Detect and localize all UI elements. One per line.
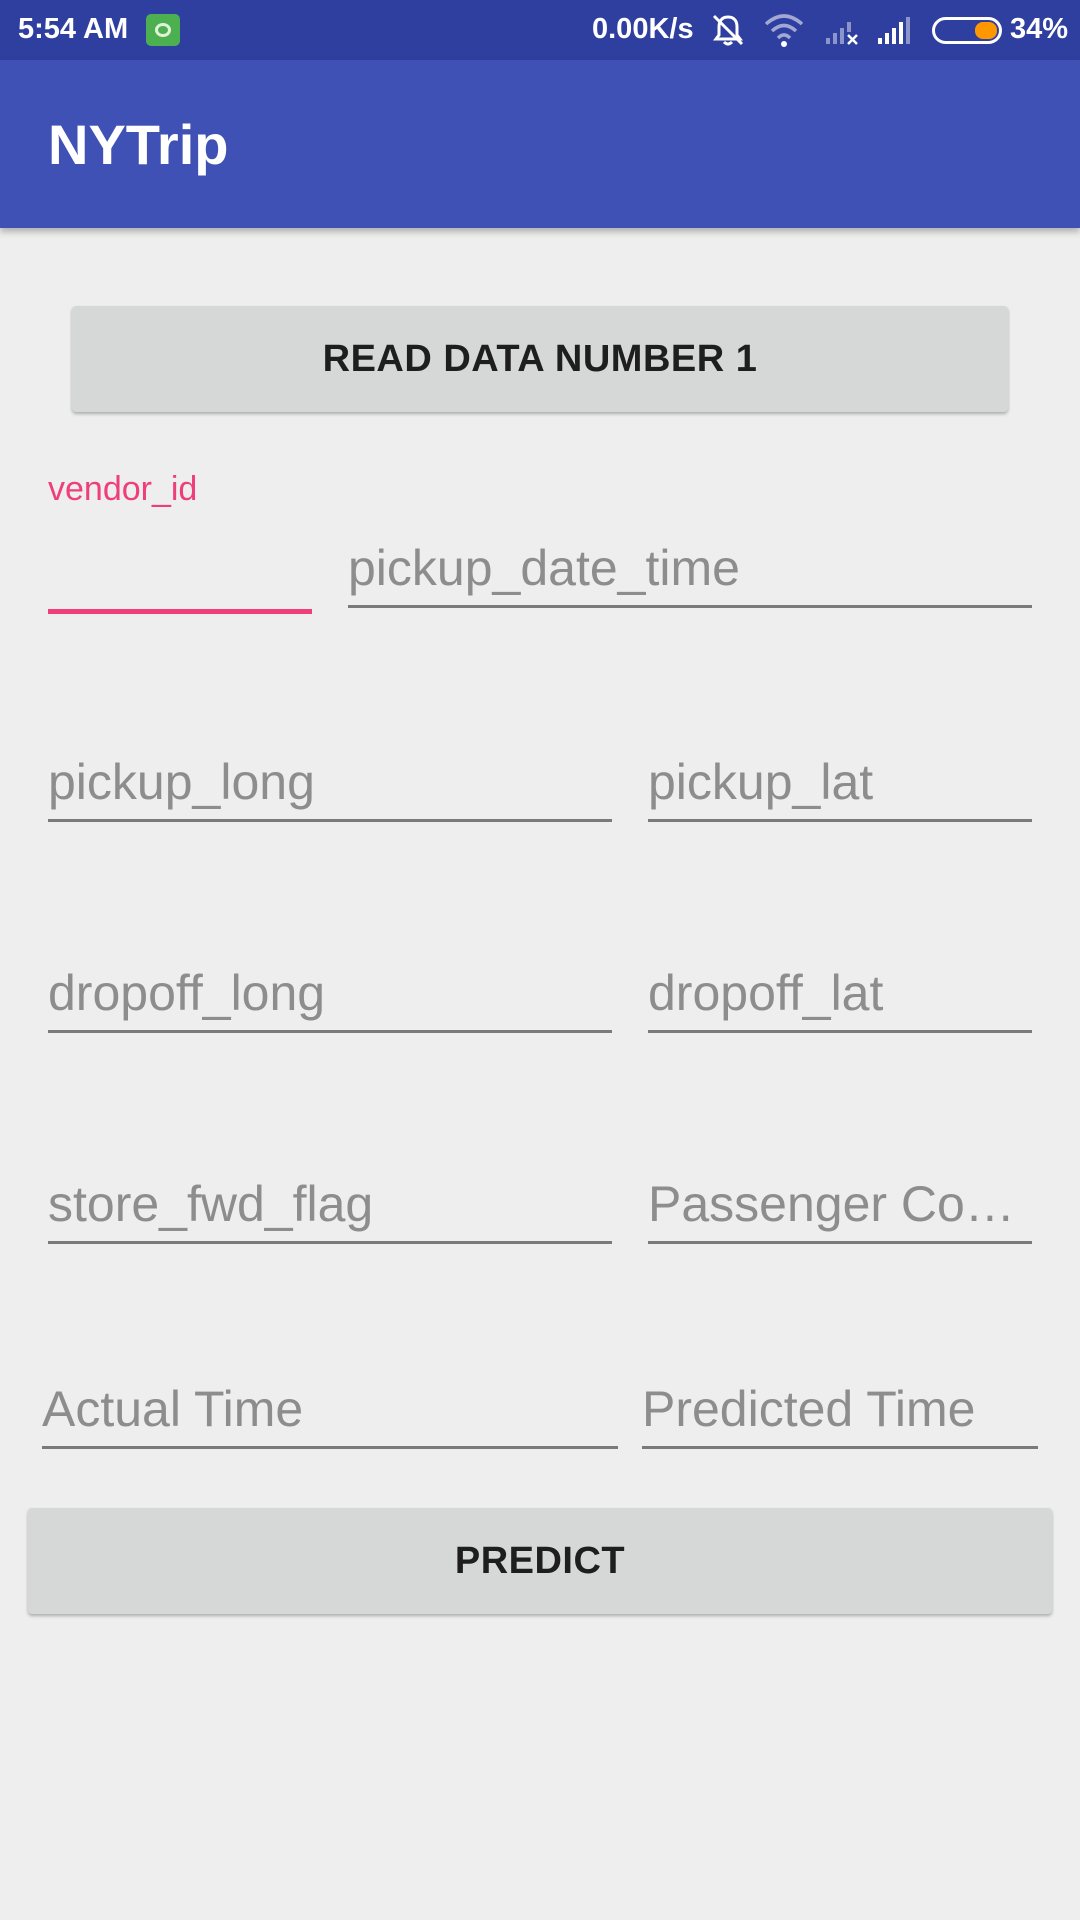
vendor-id-field[interactable] xyxy=(48,558,312,614)
status-indicators: 0.00K/s 34% xyxy=(560,0,1080,60)
predicted-time-placeholder: Predicted Time xyxy=(642,1381,976,1437)
wifi-icon xyxy=(764,14,804,47)
battery-level xyxy=(975,22,997,39)
actual-time-placeholder: Actual Time xyxy=(42,1381,304,1437)
signal-no-service-icon xyxy=(826,22,858,45)
mute-bell-icon xyxy=(712,14,744,46)
battery-icon xyxy=(932,17,1002,44)
passenger-count-placeholder: Passenger Co… xyxy=(648,1176,1015,1232)
pickup-date-time-placeholder: pickup_date_time xyxy=(348,540,740,596)
dropoff-lat-placeholder: dropoff_lat xyxy=(648,965,884,1021)
actual-time-field[interactable]: Actual Time xyxy=(42,1381,618,1449)
network-speed: 0.00K/s xyxy=(592,13,694,45)
read-data-button[interactable]: READ DATA NUMBER 1 xyxy=(72,306,1008,412)
battery-percent: 34% xyxy=(1010,13,1069,45)
pickup-long-placeholder: pickup_long xyxy=(48,754,315,810)
pickup-lat-field[interactable]: pickup_lat xyxy=(648,754,1032,822)
android-app-icon xyxy=(146,14,180,46)
passenger-count-field[interactable]: Passenger Co… xyxy=(648,1176,1032,1244)
predicted-time-field[interactable]: Predicted Time xyxy=(642,1381,1038,1449)
pickup-lat-placeholder: pickup_lat xyxy=(648,754,874,810)
store-fwd-flag-field[interactable]: store_fwd_flag xyxy=(48,1176,612,1244)
store-fwd-flag-placeholder: store_fwd_flag xyxy=(48,1176,374,1232)
dropoff-lat-field[interactable]: dropoff_lat xyxy=(648,965,1032,1033)
status-time: 5:54 AM xyxy=(18,13,129,45)
pickup-long-field[interactable]: pickup_long xyxy=(48,754,612,822)
predict-button[interactable]: PREDICT xyxy=(28,1508,1052,1614)
dropoff-long-field[interactable]: dropoff_long xyxy=(48,965,612,1033)
app-title: NYTrip xyxy=(48,113,229,176)
signal-icon xyxy=(878,17,910,44)
status-bar: 5:54 AM 0.00K/s 34% xyxy=(0,0,1080,60)
pickup-date-time-field[interactable]: pickup_date_time xyxy=(348,540,1032,608)
vendor-id-label: vendor_id xyxy=(48,470,198,508)
app-bar: NYTrip xyxy=(0,60,1080,228)
dropoff-long-placeholder: dropoff_long xyxy=(48,965,326,1021)
